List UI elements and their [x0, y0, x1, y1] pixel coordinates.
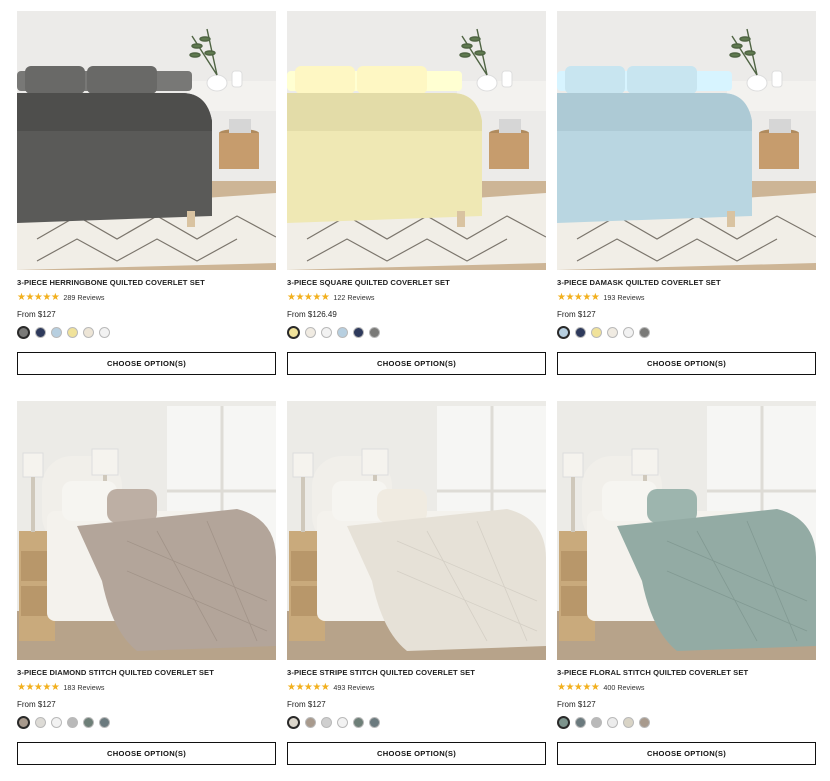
product-image[interactable]	[557, 401, 816, 660]
color-swatch[interactable]	[83, 717, 94, 728]
product-image[interactable]	[287, 11, 546, 270]
color-swatches	[557, 716, 655, 729]
star-rating-icon: ★★★★★	[557, 682, 600, 693]
color-swatches	[287, 716, 385, 729]
color-swatch[interactable]	[369, 327, 380, 338]
color-swatch[interactable]	[337, 327, 348, 338]
color-swatch[interactable]	[287, 716, 300, 729]
color-swatch[interactable]	[305, 327, 316, 338]
choose-options-button[interactable]: CHOOSE OPTION(S)	[287, 352, 546, 375]
color-swatch[interactable]	[591, 327, 602, 338]
product-card: 3-PIECE DAMASK QUILTED COVERLET SET ★★★★…	[557, 11, 816, 391]
product-image[interactable]	[17, 11, 276, 270]
product-price: From $127	[557, 700, 596, 709]
color-swatch[interactable]	[353, 717, 364, 728]
color-swatch[interactable]	[623, 717, 634, 728]
color-swatch[interactable]	[557, 716, 570, 729]
product-title[interactable]: 3-PIECE FLORAL STITCH QUILTED COVERLET S…	[557, 668, 816, 677]
rating: ★★★★★ 183 Reviews	[17, 683, 104, 693]
rating: ★★★★★ 400 Reviews	[557, 683, 644, 693]
star-rating-icon: ★★★★★	[287, 292, 330, 303]
star-rating-icon: ★★★★★	[287, 682, 330, 693]
rating: ★★★★★ 122 Reviews	[287, 293, 374, 303]
color-swatch[interactable]	[17, 326, 30, 339]
review-count[interactable]: 122 Reviews	[333, 293, 374, 303]
product-title[interactable]: 3-PIECE HERRINGBONE QUILTED COVERLET SET	[17, 278, 276, 287]
color-swatch[interactable]	[51, 327, 62, 338]
product-price: From $126.49	[287, 310, 337, 319]
review-count[interactable]: 493 Reviews	[333, 683, 374, 693]
color-swatch[interactable]	[575, 327, 586, 338]
color-swatch[interactable]	[99, 327, 110, 338]
product-card: 3-PIECE STRIPE STITCH QUILTED COVERLET S…	[287, 401, 546, 781]
product-price: From $127	[287, 700, 326, 709]
product-image[interactable]	[17, 401, 276, 660]
product-image[interactable]	[557, 11, 816, 270]
color-swatch[interactable]	[623, 327, 634, 338]
product-title[interactable]: 3-PIECE STRIPE STITCH QUILTED COVERLET S…	[287, 668, 546, 677]
color-swatch[interactable]	[607, 327, 618, 338]
product-price: From $127	[17, 310, 56, 319]
product-card: 3-PIECE FLORAL STITCH QUILTED COVERLET S…	[557, 401, 816, 781]
color-swatch[interactable]	[321, 717, 332, 728]
choose-options-button[interactable]: CHOOSE OPTION(S)	[557, 742, 816, 765]
color-swatches	[557, 326, 655, 339]
star-rating-icon: ★★★★★	[17, 292, 60, 303]
choose-options-button[interactable]: CHOOSE OPTION(S)	[17, 742, 276, 765]
color-swatch[interactable]	[639, 717, 650, 728]
rating: ★★★★★ 193 Reviews	[557, 293, 644, 303]
color-swatch[interactable]	[321, 327, 332, 338]
color-swatch[interactable]	[67, 327, 78, 338]
color-swatch[interactable]	[607, 717, 618, 728]
product-price: From $127	[17, 700, 56, 709]
color-swatch[interactable]	[83, 327, 94, 338]
color-swatch[interactable]	[369, 717, 380, 728]
product-price: From $127	[557, 310, 596, 319]
color-swatch[interactable]	[305, 717, 316, 728]
choose-options-button[interactable]: CHOOSE OPTION(S)	[17, 352, 276, 375]
product-image[interactable]	[287, 401, 546, 660]
product-card: 3-PIECE HERRINGBONE QUILTED COVERLET SET…	[17, 11, 276, 391]
color-swatch[interactable]	[591, 717, 602, 728]
color-swatch[interactable]	[575, 717, 586, 728]
choose-options-button[interactable]: CHOOSE OPTION(S)	[287, 742, 546, 765]
color-swatch[interactable]	[639, 327, 650, 338]
product-grid: 3-PIECE HERRINGBONE QUILTED COVERLET SET…	[17, 11, 816, 781]
color-swatch[interactable]	[67, 717, 78, 728]
color-swatch[interactable]	[35, 717, 46, 728]
color-swatches	[287, 326, 385, 339]
color-swatch[interactable]	[99, 717, 110, 728]
color-swatch[interactable]	[557, 326, 570, 339]
color-swatches	[17, 716, 115, 729]
review-count[interactable]: 289 Reviews	[63, 293, 104, 303]
star-rating-icon: ★★★★★	[17, 682, 60, 693]
product-title[interactable]: 3-PIECE SQUARE QUILTED COVERLET SET	[287, 278, 546, 287]
color-swatch[interactable]	[17, 716, 30, 729]
rating: ★★★★★ 493 Reviews	[287, 683, 374, 693]
color-swatch[interactable]	[353, 327, 364, 338]
star-rating-icon: ★★★★★	[557, 292, 600, 303]
review-count[interactable]: 400 Reviews	[603, 683, 644, 693]
product-card: 3-PIECE DIAMOND STITCH QUILTED COVERLET …	[17, 401, 276, 781]
review-count[interactable]: 193 Reviews	[603, 293, 644, 303]
color-swatch[interactable]	[337, 717, 348, 728]
review-count[interactable]: 183 Reviews	[63, 683, 104, 693]
product-title[interactable]: 3-PIECE DIAMOND STITCH QUILTED COVERLET …	[17, 668, 276, 677]
product-title[interactable]: 3-PIECE DAMASK QUILTED COVERLET SET	[557, 278, 816, 287]
color-swatch[interactable]	[35, 327, 46, 338]
color-swatch[interactable]	[287, 326, 300, 339]
product-card: 3-PIECE SQUARE QUILTED COVERLET SET ★★★★…	[287, 11, 546, 391]
color-swatch[interactable]	[51, 717, 62, 728]
color-swatches	[17, 326, 115, 339]
rating: ★★★★★ 289 Reviews	[17, 293, 104, 303]
choose-options-button[interactable]: CHOOSE OPTION(S)	[557, 352, 816, 375]
